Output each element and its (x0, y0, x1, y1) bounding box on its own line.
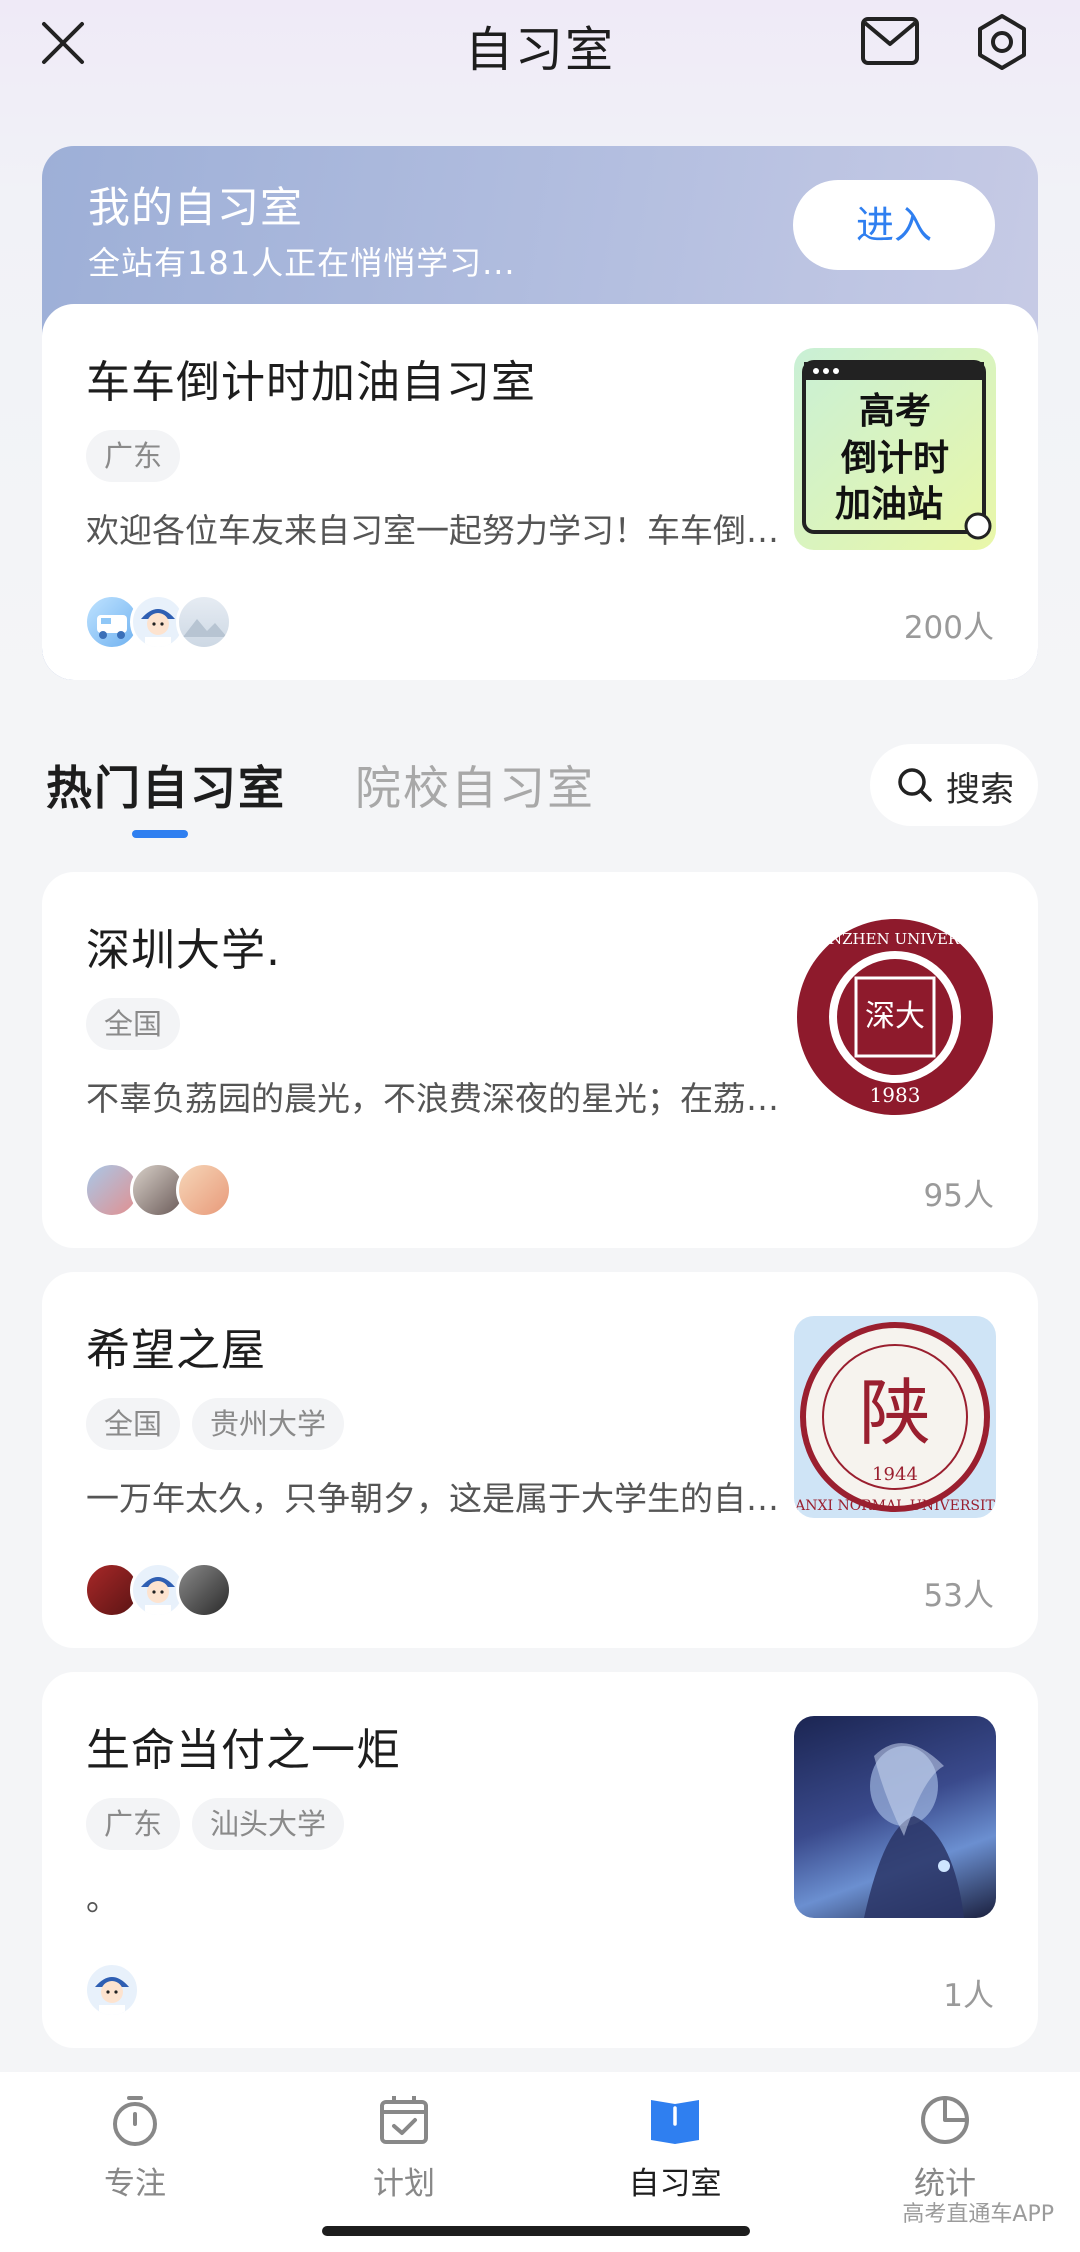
enter-button[interactable]: 进入 (793, 180, 995, 270)
svg-text:深大: 深大 (865, 999, 925, 1034)
nav-label: 计划 (373, 2166, 435, 2202)
search-button[interactable]: 搜索 (870, 744, 1038, 826)
nav-study-room[interactable]: 自习室 (595, 2090, 755, 2203)
school-tag: 贵州大学 (192, 1398, 345, 1450)
avatar (176, 1162, 232, 1218)
nav-focus[interactable]: 专注 (55, 2090, 215, 2203)
room-card[interactable]: 生命当付之一炬 广东 汕头大学 。 1人 (42, 1672, 1038, 2048)
pie-chart-icon (921, 2096, 969, 2144)
thumb-line-2: 倒计时 (840, 438, 949, 479)
room-thumbnail: 深大 1983 SHENZHEN UNIVERSITY (794, 916, 996, 1118)
room-description: 。 (86, 1879, 119, 1918)
region-tag: 广东 (86, 1798, 181, 1850)
member-count: 1人 (943, 1978, 994, 2014)
room-title: 希望之屋 (86, 1325, 266, 1376)
search-label: 搜索 (946, 770, 1014, 810)
nav-stats[interactable]: 统计 (865, 2090, 1025, 2203)
nav-label: 自习室 (628, 2166, 722, 2202)
thumb-year: 1944 (872, 1464, 918, 1485)
tab-hot-rooms[interactable]: 热门自习室 (46, 752, 286, 818)
thumb-ring-text: ANXI NORMAL UNIVERSIT (794, 1498, 995, 1514)
region-tag: 广东 (86, 430, 181, 482)
room-description: 不辜负荔园的晨光，不浪费深夜的星光；在荔园一起学习 (86, 1079, 806, 1118)
avatar (84, 1962, 140, 2018)
my-room-item[interactable]: 车车倒计时加油自习室 广东 欢迎各位车友来自习室一起努力学习！车车倒计时加油站 … (42, 304, 1038, 680)
my-room-subtitle: 全站有181人正在悄悄学习... (88, 244, 516, 282)
thumb-line-3: 加油站 (835, 484, 943, 525)
room-description: 一万年太久，只争朝夕，这是属于大学生的自习室 (86, 1479, 806, 1518)
thumb-ring-text: SHENZHEN UNIVERSITY (795, 930, 996, 948)
room-thumbnail (794, 1716, 996, 1918)
member-count: 95人 (923, 1178, 994, 1214)
book-icon (651, 2100, 699, 2144)
my-study-room-card: 我的自习室 全站有181人正在悄悄学习... 进入 车车倒计时加油自习室 广东 … (42, 146, 1038, 680)
thumb-year: 1983 (870, 1083, 921, 1107)
room-title: 生命当付之一炬 (86, 1725, 401, 1776)
nav-label: 专注 (104, 2166, 166, 2202)
room-card[interactable]: 希望之屋 全国 贵州大学 一万年太久，只争朝夕，这是属于大学生的自习室 53人 … (42, 1272, 1038, 1648)
room-title: 车车倒计时加油自习室 (86, 357, 536, 408)
nav-plan[interactable]: 计划 (324, 2090, 484, 2203)
calendar-check-icon (380, 2096, 428, 2144)
room-description: 欢迎各位车友来自习室一起努力学习！车车倒计时加油站 (86, 511, 806, 550)
tab-school-rooms[interactable]: 院校自习室 (355, 752, 595, 818)
avatar (176, 594, 232, 650)
mail-icon[interactable] (860, 14, 920, 68)
watermark: 高考直通车APP (902, 2202, 1054, 2227)
room-thumbnail: 陕 1944 ANXI NORMAL UNIVERSIT (794, 1316, 996, 1518)
settings-icon[interactable] (972, 12, 1032, 72)
member-count: 53人 (923, 1578, 994, 1614)
room-card[interactable]: 深圳大学. 全国 不辜负荔园的晨光，不浪费深夜的星光；在荔园一起学习 95人 深… (42, 872, 1038, 1248)
room-tabs: 热门自习室 院校自习室 搜索 (0, 744, 1080, 854)
home-indicator (322, 2226, 750, 2236)
search-icon (898, 768, 932, 802)
thumb-line-1: 高考 (859, 391, 931, 432)
stopwatch-icon (113, 2096, 157, 2146)
school-tag: 汕头大学 (192, 1798, 345, 1850)
region-tag: 全国 (86, 998, 181, 1050)
svg-text:陕: 陕 (859, 1371, 931, 1455)
top-bar: 自习室 (0, 0, 1080, 90)
my-room-title: 我的自习室 (88, 183, 304, 232)
avatar (176, 1562, 232, 1618)
region-tag: 全国 (86, 1398, 181, 1450)
member-count: 200人 (903, 610, 994, 646)
room-title: 深圳大学. (86, 925, 281, 976)
tab-indicator (132, 830, 188, 838)
room-thumbnail: 高考 倒计时 加油站 (794, 348, 996, 550)
